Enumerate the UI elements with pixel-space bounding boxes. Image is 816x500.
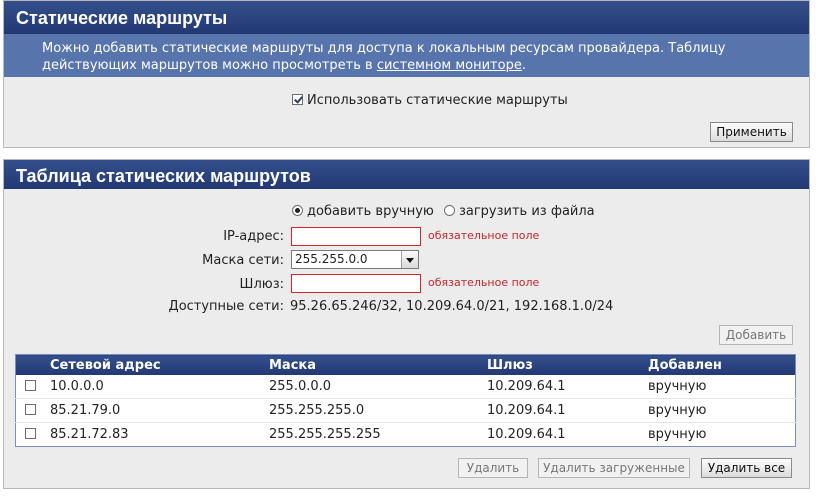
delete-loaded-button[interactable]: Удалить загруженные bbox=[538, 458, 690, 478]
table-row[interactable]: 10.0.0.0 255.0.0.0 10.209.64.1 вручную bbox=[15, 375, 796, 399]
cell-gateway: 10.209.64.1 bbox=[487, 375, 648, 399]
cell-added: вручную bbox=[648, 375, 796, 399]
add-route-button[interactable]: Добавить bbox=[719, 325, 793, 345]
chevron-down-icon[interactable] bbox=[401, 251, 418, 268]
column-mask: Маска bbox=[269, 354, 487, 375]
ip-address-label: IP-адрес: bbox=[223, 229, 284, 244]
use-static-routes-checkbox[interactable] bbox=[292, 94, 303, 105]
radio-load-file-label[interactable]: загрузить из файла bbox=[459, 204, 595, 219]
cell-gateway: 10.209.64.1 bbox=[487, 398, 648, 423]
available-networks-label: Доступные сети: bbox=[168, 299, 284, 314]
static-routes-table-panel: Таблица статических маршрутов добавить в… bbox=[3, 159, 810, 489]
netmask-label: Маска сети: bbox=[202, 253, 284, 268]
cell-gateway: 10.209.64.1 bbox=[487, 422, 648, 447]
routes-table-title: Таблица статических маршрутов bbox=[4, 160, 809, 189]
delete-button[interactable]: Удалить bbox=[458, 458, 528, 478]
gateway-required-hint: обязательное поле bbox=[428, 276, 540, 289]
use-static-routes-row: Использовать статические маршруты bbox=[292, 93, 568, 108]
routes-table-header: Сетевой адрес Маска Шлюз Добавлен bbox=[15, 354, 796, 375]
available-networks-value: 95.26.65.246/32, 10.209.64.0/21, 192.168… bbox=[290, 299, 614, 314]
cell-mask: 255.0.0.0 bbox=[269, 375, 487, 399]
cell-added: вручную bbox=[648, 398, 796, 423]
static-routes-panel: Статические маршруты Можно добавить стат… bbox=[3, 0, 810, 148]
row-checkbox[interactable] bbox=[25, 404, 36, 415]
add-mode-radios: добавить вручную загрузить из файла bbox=[292, 204, 595, 219]
cell-mask: 255.255.255.0 bbox=[269, 398, 487, 423]
column-gateway: Шлюз bbox=[487, 354, 648, 375]
table-row[interactable]: 85.21.79.0 255.255.255.0 10.209.64.1 вру… bbox=[15, 398, 796, 423]
ip-address-input[interactable] bbox=[291, 227, 421, 246]
apply-button[interactable]: Применить bbox=[710, 122, 793, 142]
cell-network-address: 85.21.72.83 bbox=[50, 422, 269, 447]
cell-added: вручную bbox=[648, 422, 796, 447]
ip-required-hint: обязательное поле bbox=[428, 229, 540, 242]
table-row[interactable]: 85.21.72.83 255.255.255.255 10.209.64.1 … bbox=[15, 422, 796, 447]
use-static-routes-label[interactable]: Использовать статические маршруты bbox=[307, 93, 568, 108]
netmask-value: 255.255.0.0 bbox=[295, 252, 368, 266]
info-text-end: . bbox=[521, 58, 526, 73]
row-checkbox[interactable] bbox=[25, 428, 36, 439]
radio-load-file[interactable] bbox=[443, 205, 455, 216]
static-routes-title: Статические маршруты bbox=[4, 1, 809, 34]
gateway-input[interactable] bbox=[291, 274, 421, 293]
system-monitor-link[interactable]: системном мониторе bbox=[377, 58, 522, 73]
cell-network-address: 10.0.0.0 bbox=[50, 375, 269, 399]
cell-network-address: 85.21.79.0 bbox=[50, 398, 269, 423]
column-network-address: Сетевой адрес bbox=[50, 354, 269, 375]
column-added: Добавлен bbox=[648, 354, 796, 375]
radio-add-manual-label[interactable]: добавить вручную bbox=[307, 204, 434, 219]
netmask-select[interactable]: 255.255.0.0 bbox=[291, 250, 419, 269]
info-banner: Можно добавить статические маршруты для … bbox=[4, 34, 809, 77]
routes-table: Сетевой адрес Маска Шлюз Добавлен 10.0.0… bbox=[15, 354, 796, 447]
row-checkbox[interactable] bbox=[25, 380, 36, 391]
delete-all-button[interactable]: Удалить все bbox=[701, 458, 792, 478]
radio-add-manual[interactable] bbox=[292, 205, 303, 216]
cell-mask: 255.255.255.255 bbox=[269, 422, 487, 447]
gateway-label: Шлюз: bbox=[239, 277, 284, 292]
